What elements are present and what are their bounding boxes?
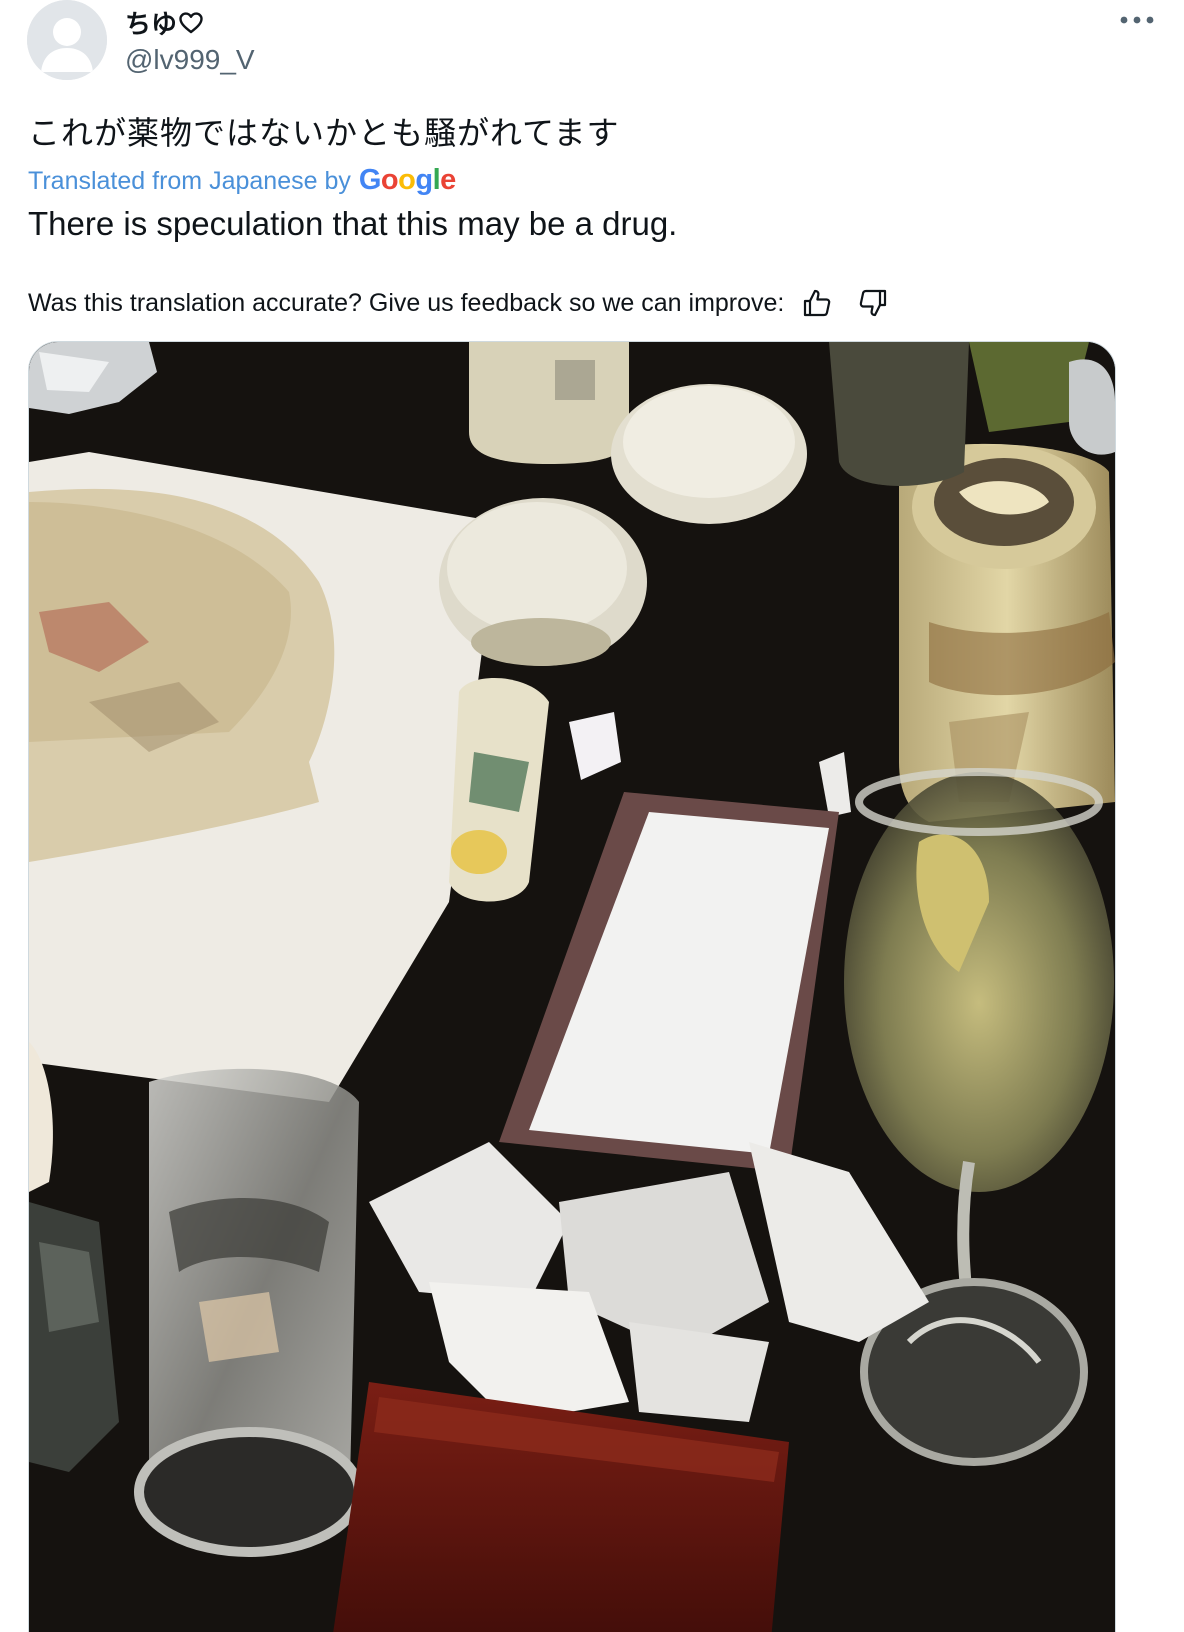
feedback-prompt: Was this translation accurate? Give us f… xyxy=(28,288,785,317)
tweet-photo[interactable] xyxy=(28,341,1116,1632)
default-avatar-icon xyxy=(27,0,107,80)
avatar[interactable] xyxy=(27,0,107,80)
thumbs-up-icon xyxy=(804,289,831,317)
thumbs-down-button[interactable] xyxy=(856,286,890,320)
author-display-name: ちゆ xyxy=(125,9,178,39)
translated-text: There is speculation that this may be a … xyxy=(28,205,678,242)
heart-outline-icon xyxy=(179,11,203,34)
translation-attribution[interactable]: Translated from Japanese by Google xyxy=(28,164,456,197)
translation-feedback: Was this translation accurate? Give us f… xyxy=(28,286,890,320)
translated-from-label: Translated from Japanese by xyxy=(28,167,351,195)
google-logo-letter: l xyxy=(432,164,441,196)
google-logo-letter: o xyxy=(380,164,399,196)
tweet-page: ちゆ @lv999_V これが薬物ではないかとも騒がれてます Translate… xyxy=(0,0,1184,1632)
more-dots-icon xyxy=(1120,16,1154,24)
google-logo: Google xyxy=(359,164,456,197)
thumbs-down-icon xyxy=(860,289,887,317)
google-logo-letter: o xyxy=(398,164,416,196)
author-handle[interactable]: @lv999_V xyxy=(125,44,255,76)
photo-illustration xyxy=(29,342,1115,1632)
google-logo-letter: g xyxy=(415,164,433,196)
more-options-button[interactable] xyxy=(1112,4,1162,36)
tweet-text: これが薬物ではないかとも騒がれてます xyxy=(28,115,620,151)
thumbs-up-button[interactable] xyxy=(800,286,834,320)
google-logo-letter: G xyxy=(358,164,382,196)
google-logo-letter: e xyxy=(440,164,456,196)
author-name[interactable]: ちゆ xyxy=(125,4,203,41)
